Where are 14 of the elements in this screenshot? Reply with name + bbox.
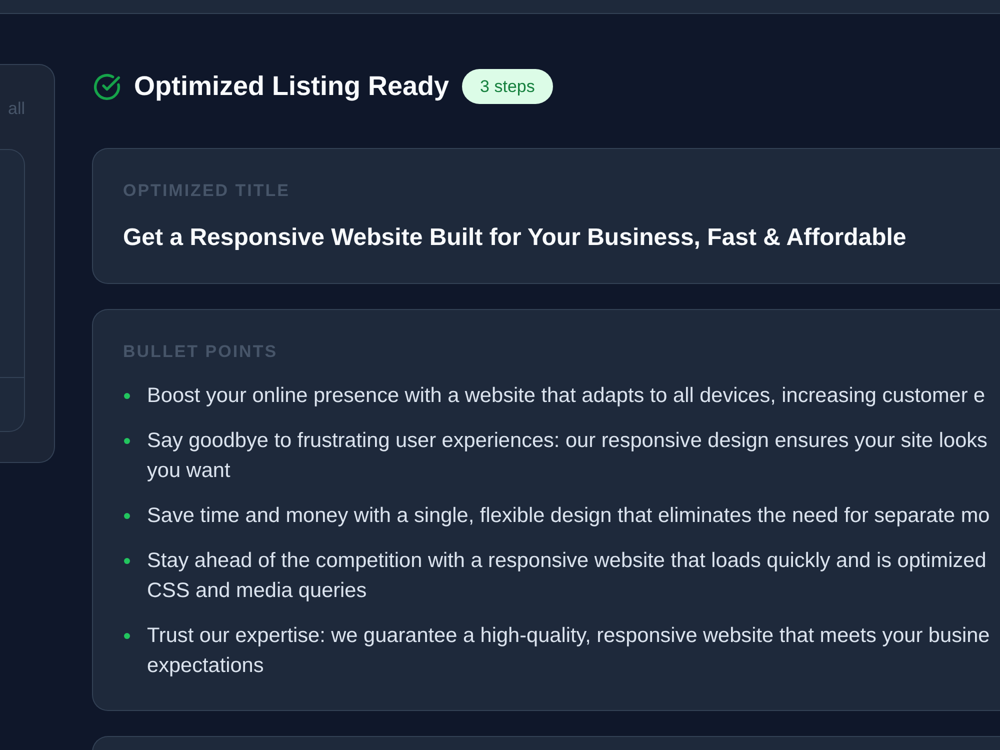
listing-title: Get a Responsive Website Built for Your Business, Fast & Affordable <box>123 224 908 252</box>
steps-badge: 3 steps <box>462 69 553 104</box>
bullet-text: Boost your online presence with a website that adapts to all devices, increasing customer e <box>147 383 986 409</box>
page-title: Optimized Listing Ready <box>134 71 450 102</box>
bullet-icon <box>124 393 130 399</box>
bullet-icon <box>124 438 130 444</box>
bullet-icon <box>124 513 130 519</box>
bullet-text: Stay ahead of the competition with a responsive website that loads quickly and is optimized CSS and media queries <box>147 548 986 604</box>
bullet-text: Say goodbye to frustrating user experiences: our responsive design ensures your site looks you want <box>147 428 988 484</box>
bullet-icon <box>124 558 130 564</box>
bullet-icon <box>124 633 130 639</box>
check-circle-icon <box>93 72 121 100</box>
bullet-text: Save time and money with a single, flexible design that eliminates the need for separate mo <box>147 503 990 529</box>
bullet-text: Trust our expertise: we guarantee a high-quality, responsive website that meets your busine expectations <box>147 623 990 679</box>
